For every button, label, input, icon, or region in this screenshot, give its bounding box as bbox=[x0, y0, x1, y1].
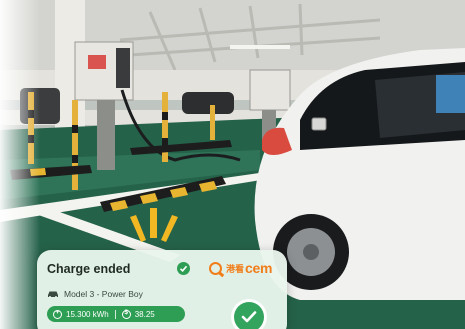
vehicle-name: Model 3 - Power Boy bbox=[64, 289, 143, 299]
cost-value: 38.25 bbox=[134, 309, 155, 319]
energy-value: 15.300 kWh bbox=[66, 309, 109, 319]
charger-connector bbox=[116, 48, 130, 88]
plus-circle-icon: + bbox=[53, 309, 62, 319]
charger-screen bbox=[88, 55, 106, 69]
cost-segment: $ 38.25 bbox=[116, 309, 155, 319]
parking-garage-photo: Charge ended 港看 cem Model 3 - Power Boy … bbox=[0, 0, 465, 329]
energy-segment: + 15.300 kWh bbox=[47, 309, 109, 319]
dollar-circle-icon: $ bbox=[121, 309, 131, 319]
brand-logo: 港看 cem bbox=[209, 260, 272, 276]
charger-post bbox=[97, 100, 115, 170]
brand-q-icon bbox=[209, 261, 222, 275]
vehicle-row: Model 3 - Power Boy bbox=[47, 289, 143, 299]
parked-car bbox=[182, 92, 234, 114]
check-circle-icon bbox=[241, 311, 257, 323]
charge-notification-card[interactable]: Charge ended 港看 cem Model 3 - Power Boy … bbox=[37, 250, 287, 329]
car-icon bbox=[48, 291, 58, 298]
ceiling-light bbox=[230, 45, 290, 49]
charger-station bbox=[249, 69, 291, 111]
charge-summary-pill: + 15.300 kWh $ 38.25 bbox=[47, 306, 185, 322]
confirm-check-button[interactable] bbox=[234, 302, 264, 329]
notification-title: Charge ended bbox=[47, 262, 131, 276]
brand-name-en: cem bbox=[245, 260, 273, 276]
edge-fade bbox=[0, 0, 40, 329]
brand-name-cn: 港看 bbox=[226, 263, 245, 274]
check-circle-icon bbox=[177, 262, 190, 275]
